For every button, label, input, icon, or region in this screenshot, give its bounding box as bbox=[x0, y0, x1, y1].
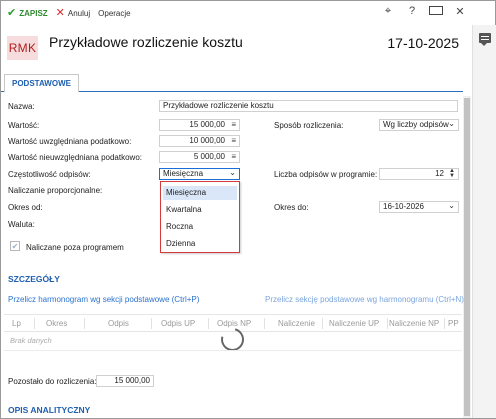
remaining-value: 15 000,00 bbox=[96, 375, 154, 387]
value-input[interactable]: 15 000,00 ≡ bbox=[159, 119, 240, 131]
count-stepper[interactable]: 12 ▲ ▼ bbox=[379, 168, 459, 180]
window-controls: ⌖ ? ✕ bbox=[381, 5, 467, 18]
name-input[interactable]: Przykładowe rozliczenie kosztu bbox=[159, 100, 458, 112]
period-from-label: Okres od: bbox=[8, 203, 43, 212]
recalc-basic-link[interactable]: Przelicz sekcję podstawowe wg harmonogra… bbox=[265, 295, 464, 304]
help-icon[interactable]: ? bbox=[405, 5, 419, 18]
tab-podstawowe[interactable]: PODSTAWOWE bbox=[4, 74, 79, 92]
column-header[interactable]: PP bbox=[448, 319, 459, 328]
analytics-heading: OPIS ANALITYCZNY bbox=[8, 405, 91, 415]
save-label: ZAPISZ bbox=[19, 8, 48, 18]
column-header[interactable]: Okres bbox=[46, 319, 67, 328]
close-icon[interactable]: ✕ bbox=[453, 5, 467, 18]
nontaxable-input[interactable]: 5 000,00 ≡ bbox=[159, 151, 240, 163]
count-label: Liczba odpisów w programie: bbox=[274, 170, 378, 179]
toolbar: ✔ ZAPISZ ✕ Anuluj Operacje ⌖ ? ✕ bbox=[1, 1, 471, 25]
cancel-button[interactable]: ✕ Anuluj bbox=[54, 3, 92, 23]
calculator-icon[interactable]: ≡ bbox=[231, 152, 236, 162]
tab-bar: PODSTAWOWE bbox=[1, 72, 463, 92]
dropdown-option[interactable]: Dzienna bbox=[163, 237, 237, 251]
remaining-label: Pozostało do rozliczenia: bbox=[8, 377, 97, 386]
calendar-chevron-icon[interactable]: ⌄ bbox=[448, 202, 455, 211]
save-button[interactable]: ✔ ZAPISZ bbox=[5, 3, 50, 23]
taxable-label: Wartość uwzględniana podatkowo: bbox=[8, 137, 132, 146]
period-to-input[interactable]: 16-10-2026 ⌄ bbox=[379, 201, 459, 213]
proportional-label: Naliczanie proporcjonalne: bbox=[8, 186, 103, 195]
outside-program-label: Naliczane poza programem bbox=[26, 243, 124, 252]
comment-icon[interactable] bbox=[479, 33, 491, 46]
document-type-badge: RMK bbox=[7, 36, 38, 60]
recalc-schedule-link[interactable]: Przelicz harmonogram wg sekcji podstawow… bbox=[8, 295, 199, 304]
check-icon: ✔ bbox=[7, 6, 17, 19]
document-header: RMK Przykładowe rozliczenie kosztu 17-10… bbox=[1, 25, 471, 69]
chevron-down-icon: ⌄ bbox=[448, 119, 455, 128]
table-footer bbox=[4, 350, 462, 362]
page-title: Przykładowe rozliczenie kosztu bbox=[49, 34, 243, 50]
column-header[interactable]: Naliczenie NP bbox=[389, 319, 439, 328]
chevron-down-icon: ⌄ bbox=[229, 168, 236, 177]
nontaxable-label: Wartość nieuwzględniana podatkowo: bbox=[8, 153, 143, 162]
stepper-arrows-icon[interactable]: ▲ ▼ bbox=[449, 169, 455, 179]
method-select[interactable]: Wg liczby odpisów ⌄ bbox=[379, 119, 459, 131]
method-label: Sposób rozliczenia: bbox=[274, 121, 344, 130]
cancel-label: Anuluj bbox=[67, 8, 91, 18]
dropdown-option[interactable]: Roczna bbox=[163, 220, 237, 234]
frequency-select[interactable]: Miesięczna ⌄ bbox=[159, 168, 240, 180]
empty-table-text: Brak danych bbox=[10, 336, 52, 345]
column-header[interactable]: Naliczenie UP bbox=[329, 319, 379, 328]
operations-menu[interactable]: Operacje bbox=[96, 3, 132, 23]
value-label: Wartość: bbox=[8, 121, 40, 130]
document-date: 17-10-2025 bbox=[387, 35, 459, 51]
scrollbar-thumb[interactable] bbox=[464, 98, 470, 416]
column-header[interactable]: Lp bbox=[12, 319, 21, 328]
vertical-scrollbar[interactable] bbox=[463, 96, 471, 418]
column-header[interactable]: Odpis bbox=[108, 319, 129, 328]
column-header[interactable]: Naliczenie bbox=[278, 319, 315, 328]
dropdown-option[interactable]: Kwartalna bbox=[163, 203, 237, 217]
name-label: Nazwa: bbox=[8, 102, 35, 111]
calculator-icon[interactable]: ≡ bbox=[231, 120, 236, 130]
close-x-icon: ✕ bbox=[55, 6, 65, 19]
column-header[interactable]: Odpis NP bbox=[217, 319, 251, 328]
calculator-icon[interactable]: ≡ bbox=[231, 136, 236, 146]
pin-icon[interactable]: ⌖ bbox=[381, 5, 395, 18]
frequency-dropdown: Miesięczna Kwartalna Roczna Dzienna bbox=[160, 181, 240, 253]
period-to-label: Okres do: bbox=[274, 203, 309, 212]
maximize-icon[interactable] bbox=[429, 5, 443, 18]
taxable-input[interactable]: 10 000,00 ≡ bbox=[159, 135, 240, 147]
dropdown-option[interactable]: Miesięczna bbox=[163, 186, 237, 200]
details-heading: SZCZEGÓŁY bbox=[8, 274, 60, 284]
column-header[interactable]: Odpis UP bbox=[161, 319, 195, 328]
operations-label: Operacje bbox=[98, 8, 131, 18]
frequency-label: Częstotliwość odpisów: bbox=[8, 170, 91, 179]
outside-program-checkbox[interactable]: ✔ bbox=[10, 241, 20, 251]
side-panel bbox=[472, 25, 496, 418]
currency-label: Waluta: bbox=[8, 220, 35, 229]
